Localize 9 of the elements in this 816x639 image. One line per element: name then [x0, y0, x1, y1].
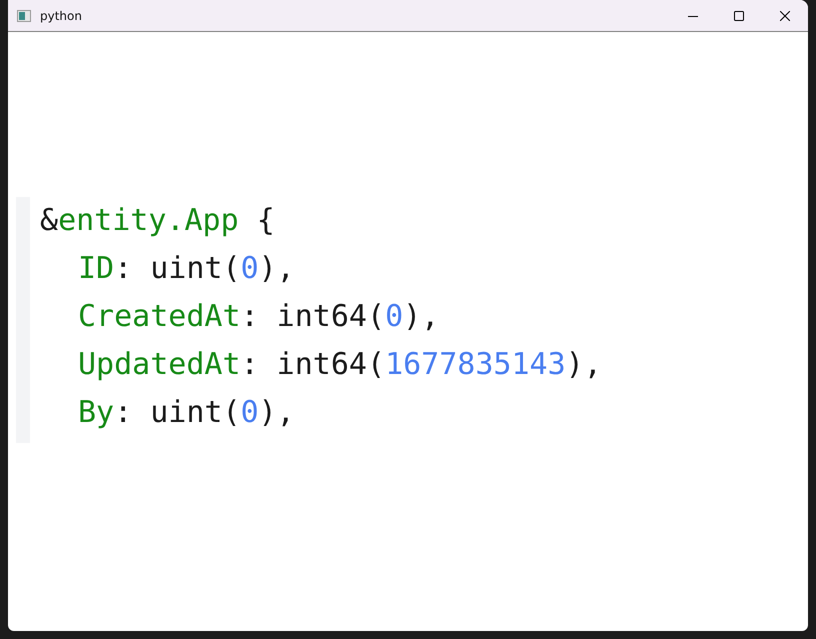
maximize-icon [734, 10, 744, 20]
code-line: ID: uint(0), [78, 250, 295, 288]
window-title: python [40, 8, 82, 22]
close-icon [780, 10, 790, 20]
code-line: UpdatedAt: int64(1677835143), [78, 346, 602, 384]
code-line: CreatedAt: int64(0), [78, 298, 440, 336]
code-line: &entity.App { [40, 202, 275, 240]
code-line: By: uint(0), [78, 394, 295, 432]
window-icon [17, 10, 31, 22]
